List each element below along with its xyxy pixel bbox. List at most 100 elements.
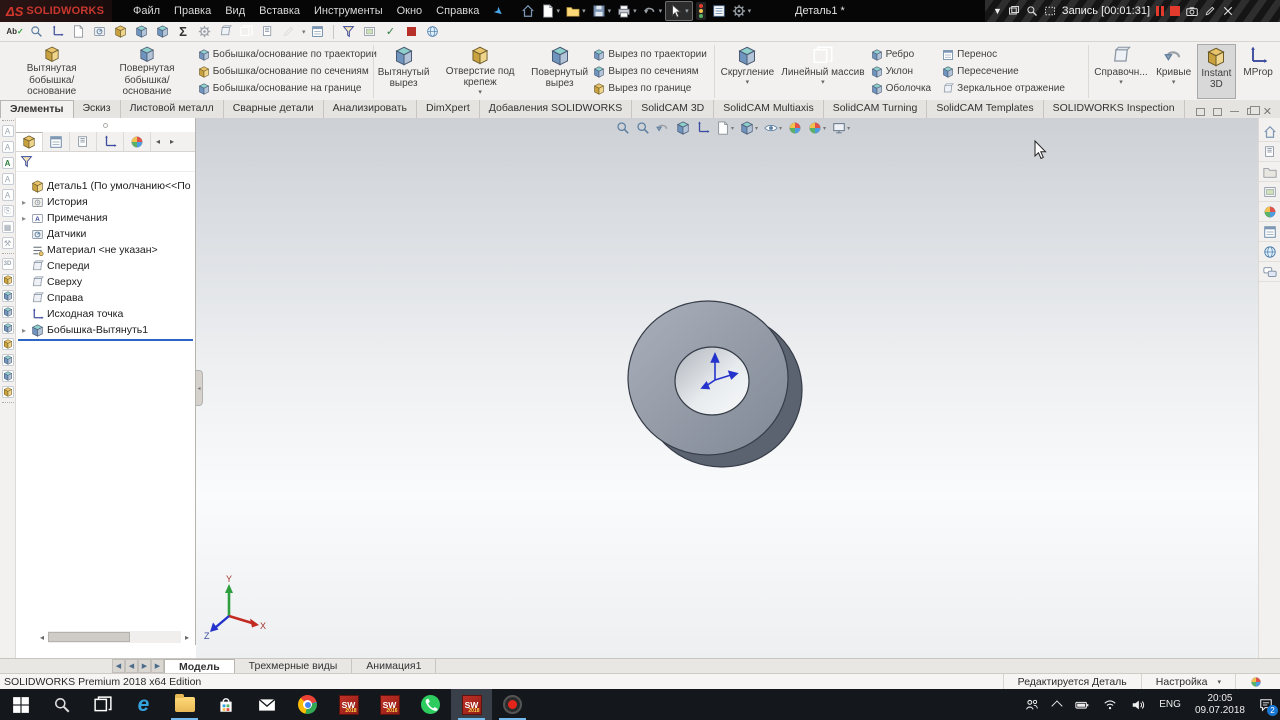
panel-splitter-grip[interactable]: ◂ [196,370,203,406]
tree-item-annotations[interactable]: ▸Примечания [16,210,195,226]
magnifier-doc-icon[interactable] [27,24,45,40]
tab-features[interactable]: Элементы [0,100,74,118]
panel-tab-prev-icon[interactable]: ◂ [151,132,165,151]
3d-icon[interactable]: 3D [2,258,14,270]
recorder-dropdown-icon[interactable]: ▼ [993,6,1002,16]
tab-sheet-metal[interactable]: Листовой металл [121,100,224,118]
file-explorer-icon[interactable] [164,689,205,720]
tab-sketch[interactable]: Эскиз [74,100,121,118]
tab-solidcam-multiaxis[interactable]: SolidCAM Multiaxis [714,100,823,118]
task-view-icon[interactable] [82,689,123,720]
stop-icon[interactable] [1170,6,1180,16]
menu-edit[interactable]: Правка [167,5,218,17]
performance-icon[interactable] [90,24,108,40]
menu-file[interactable]: Файл [126,5,167,17]
hole-wizard-button[interactable]: Отверстие под крепеж▾ [431,44,528,99]
forum-icon[interactable] [1259,242,1280,262]
measure-icon[interactable] [48,24,66,40]
volume-icon[interactable] [1124,689,1152,720]
tab-weldments[interactable]: Сварные детали [224,100,324,118]
model-canvas[interactable]: Y X Z [196,118,1258,658]
wifi-icon[interactable] [1096,689,1124,720]
recorder-close-icon[interactable] [1222,5,1234,17]
align-icon[interactable] [237,24,255,40]
note-a3-icon[interactable]: A [2,157,14,169]
pane-right-icon[interactable] [1213,108,1222,116]
draft-button[interactable]: Уклон [871,64,937,80]
mail-icon[interactable] [246,689,287,720]
tree-item-origin[interactable]: Исходная точка [16,306,195,322]
check-cube-icon[interactable] [132,24,150,40]
red-box-icon[interactable] [403,24,421,40]
file-explorer-icon[interactable] [1259,162,1280,182]
swept-cut-button[interactable]: Вырез по траектории [593,47,708,63]
options-list-icon[interactable] [709,1,729,21]
cube1-icon[interactable] [2,274,14,286]
cube5-icon[interactable] [2,338,14,350]
tab-nav-last-icon[interactable]: ▶ [151,659,164,673]
move-button[interactable]: Перенос [942,47,1083,63]
settings-gear-icon[interactable]: ▾ [729,1,755,21]
cube7-icon[interactable] [2,370,14,382]
pane-left-icon[interactable] [1196,108,1205,116]
scroll-right-icon[interactable]: ▸ [181,631,193,643]
store-icon[interactable] [205,689,246,720]
boundary-boss-button[interactable]: Бобышка/основание на границе [198,81,368,97]
recorder-windows-icon[interactable] [1008,5,1020,17]
clock[interactable]: 20:0509.07.2018 [1188,689,1252,720]
paint-dropdown-icon[interactable]: ▾ [302,28,306,36]
action-center-icon[interactable]: 2 [1252,689,1280,720]
mirror-icon[interactable] [216,24,234,40]
tab-nav-prev-icon[interactable]: ◀ [125,659,138,673]
tab-nav-next-icon[interactable]: ▶ [138,659,151,673]
tray-expand-icon[interactable] [1046,689,1068,720]
filter-icon[interactable] [340,24,358,40]
panel-horizontal-scrollbar[interactable]: ◂ ▸ [36,631,193,643]
rebuild-traffic-light-icon[interactable] [693,1,709,21]
tab-3d-views[interactable]: Трехмерные виды [235,659,353,673]
camera-icon[interactable] [1186,5,1198,17]
intersect-button[interactable]: Пересечение [942,64,1083,80]
tree-item-sensors[interactable]: Датчики [16,226,195,242]
tab-animation1[interactable]: Анимация1 [352,659,436,673]
configurationmanager-icon[interactable] [70,132,97,151]
recorder-icon[interactable] [492,689,533,720]
instant-3d-button[interactable]: Instant 3D [1197,44,1237,99]
cube2-icon[interactable] [2,290,14,302]
tab-solidcam-turning[interactable]: SolidCAM Turning [824,100,928,118]
boundary-cut-button[interactable]: Вырез по границе [593,81,708,97]
displaymanager-icon[interactable] [124,132,151,151]
paint-icon[interactable] [279,24,297,40]
extruded-boss-button[interactable]: Вытянутая бобышка/основание [4,44,99,99]
home-icon[interactable] [518,1,538,21]
table-export-icon[interactable] [309,24,327,40]
tab-nav-first-icon[interactable]: ◀ [112,659,125,673]
scrollbar-thumb[interactable] [48,632,130,642]
hatch-icon[interactable]: ▦ [2,221,14,233]
cube3-icon[interactable] [2,306,14,318]
chrome-icon[interactable] [287,689,328,720]
design-library-icon[interactable] [1259,142,1280,162]
edge-icon[interactable]: e [123,689,164,720]
menu-window[interactable]: Окно [390,5,430,17]
tab-dimxpert[interactable]: DimXpert [417,100,480,118]
close-icon[interactable]: ✕ [1263,105,1272,118]
pack-and-go-icon[interactable] [111,24,129,40]
scroll-left-icon[interactable]: ◂ [36,631,48,643]
note-a2-icon[interactable]: A [2,141,14,153]
home-icon[interactable] [1259,122,1280,142]
people-icon[interactable] [1018,689,1046,720]
tree-item-history[interactable]: ▸История [16,194,195,210]
pencil-icon[interactable] [1204,5,1216,17]
abc-spellcheck-icon[interactable]: Ab✓ [6,24,24,40]
cube6-icon[interactable] [2,354,14,366]
cube-options-icon[interactable] [153,24,171,40]
dimxpertmanager-icon[interactable] [97,132,124,151]
solidworks-2018-icon[interactable]: SW2018 [328,689,369,720]
lofted-cut-button[interactable]: Вырез по сечениям [593,64,708,80]
tree-item-part[interactable]: Деталь1 (По умолчанию<<По [16,178,195,194]
tab-solidcam-3d[interactable]: SolidCAM 3D [632,100,714,118]
appearances-icon[interactable] [1259,202,1280,222]
print-icon[interactable]: ▾ [614,1,640,21]
tab-model[interactable]: Модель [164,659,235,673]
